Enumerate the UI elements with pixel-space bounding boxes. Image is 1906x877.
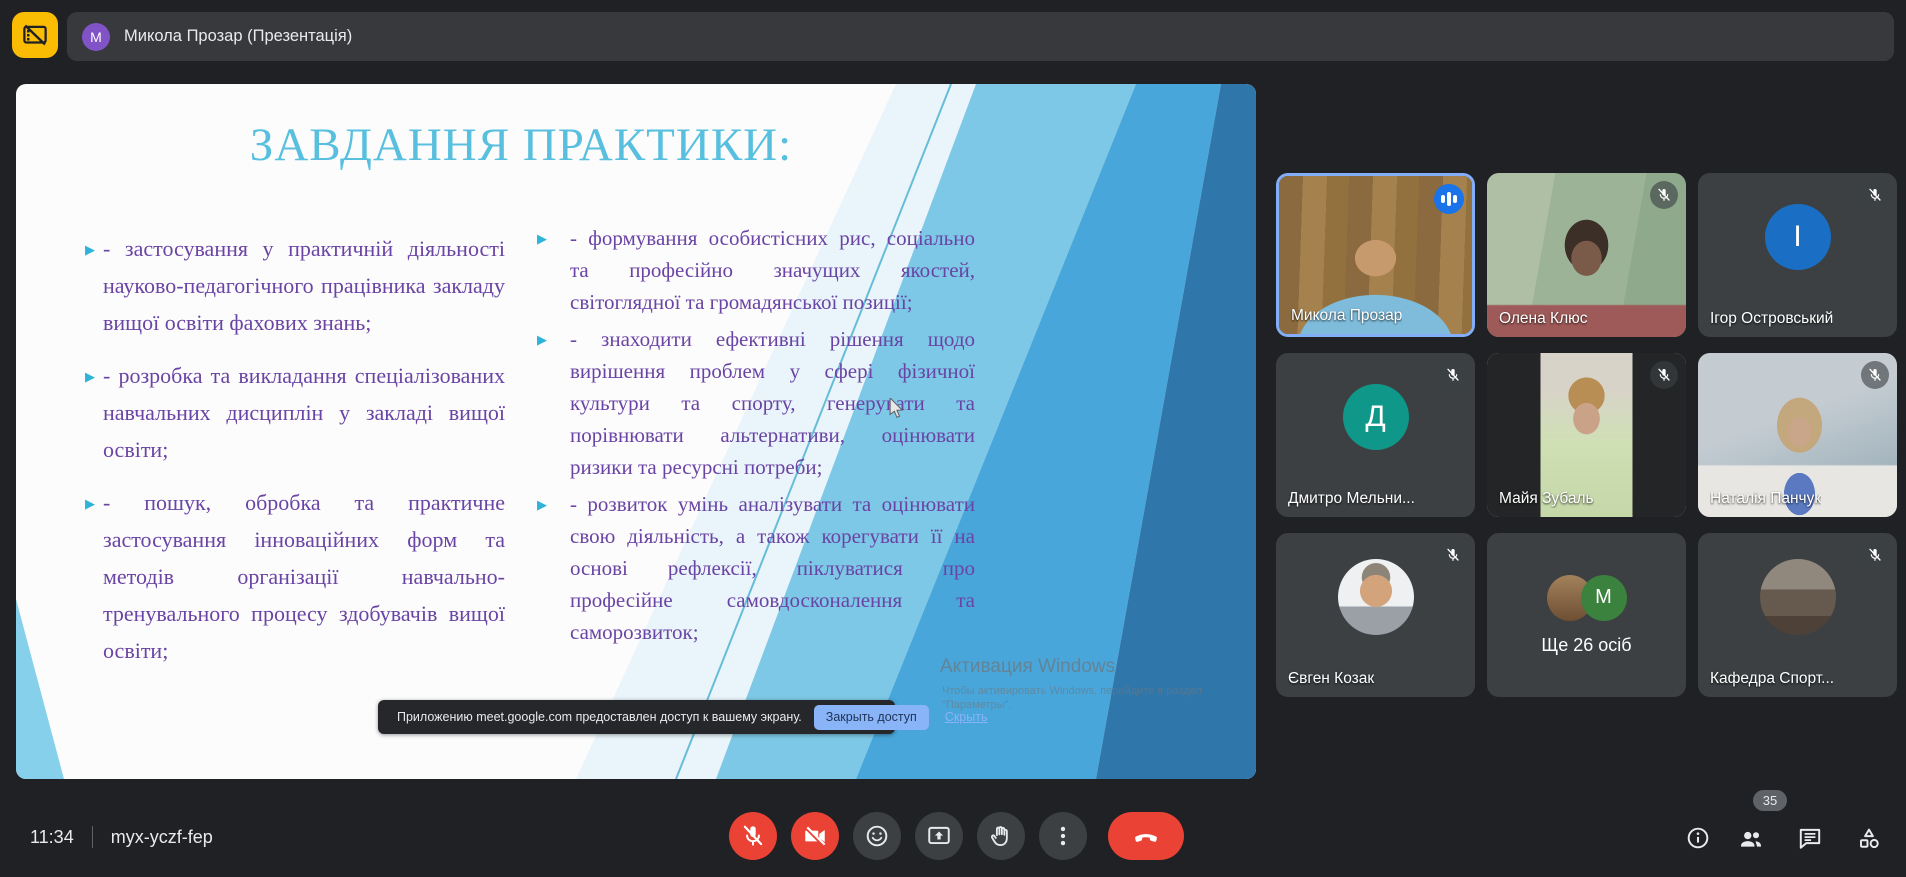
participant-tile[interactable]: Д Дмитро Мельни...: [1276, 353, 1475, 517]
divider: [91, 826, 93, 848]
bullet-arrow-icon: ▶: [537, 498, 547, 513]
activities-icon: [1856, 825, 1882, 852]
participant-tile[interactable]: Євген Козак: [1276, 533, 1475, 697]
call-end-icon: [1131, 821, 1161, 851]
slide-title: ЗАВДАННЯ ПРАКТИКИ:: [249, 119, 793, 171]
participant-name: Наталія Панчук: [1710, 490, 1822, 507]
close-access-button[interactable]: Закрыть доступ: [813, 704, 929, 730]
reactions-button[interactable]: [853, 812, 901, 860]
avatar: Д: [1342, 384, 1409, 450]
participant-name: Дмитро Мельни...: [1288, 490, 1415, 507]
bullet-text: - пошук, обробка та практичне застосуван…: [103, 490, 505, 663]
chrome-screen-share-banner: Приложению meet.google.com предоставлен …: [378, 700, 987, 734]
slide-bullet: ▶ - розвиток умінь аналізувати та оцінюва…: [537, 488, 975, 648]
bullet-arrow-icon: ▶: [85, 370, 95, 385]
bullet-arrow-icon: ▶: [85, 243, 95, 258]
participant-count-badge: 35: [1753, 790, 1787, 811]
more-options-button[interactable]: [1039, 812, 1087, 860]
participant-tile[interactable]: Микола Прозар: [1276, 173, 1475, 337]
clock-time: 11:34: [30, 826, 74, 847]
slide-left-column: ▶ - застосування у практичній діяльності …: [85, 230, 505, 685]
more-people-label: Ще 26 осіб: [1541, 634, 1632, 655]
participant-tile[interactable]: Кафедра Спорт...: [1698, 533, 1897, 697]
overflow-participants-tile[interactable]: M Ще 26 осіб: [1487, 533, 1686, 697]
avatar: M: [1580, 574, 1627, 621]
chat-button[interactable]: [1797, 825, 1823, 851]
mic-off-icon: [740, 823, 766, 849]
meeting-code: myx-yczf-fep: [110, 826, 213, 847]
info-icon: [1685, 825, 1711, 851]
raised-hand-icon: [988, 823, 1014, 849]
mic-button[interactable]: [729, 812, 777, 860]
mic-muted-icon: [1439, 361, 1467, 389]
speaking-indicator-icon: [1434, 184, 1464, 214]
people-icon: [1738, 825, 1764, 852]
share-banner-text: Приложению meet.google.com предоставлен …: [397, 710, 802, 724]
bullet-text: - розвиток умінь аналізувати та оцінюват…: [570, 492, 975, 644]
present-screen-icon: [926, 823, 952, 849]
windows-activation-watermark: Активация Windows: [940, 656, 1116, 677]
hide-banner-link[interactable]: Скрыть: [945, 710, 988, 724]
bullet-text: - розробка та викладання спеціалізованих…: [103, 363, 505, 462]
slide-bullet: ▶ - формування особистісних рис, соціальн…: [537, 222, 975, 318]
mic-muted-icon: [1861, 181, 1889, 209]
present-button[interactable]: [915, 812, 963, 860]
bullet-arrow-icon: ▶: [537, 333, 547, 348]
people-button[interactable]: [1738, 825, 1764, 851]
slide-right-column: ▶ - формування особистісних рис, соціальн…: [537, 222, 975, 653]
mic-muted-icon: [1439, 541, 1467, 569]
meet-window: M Микола Прозар (Презентація) ЗАВДАННЯ П…: [0, 0, 1906, 877]
participant-tile[interactable]: Наталія Панчук: [1698, 353, 1897, 517]
mic-muted-icon: [1861, 541, 1889, 569]
mic-muted-icon: [1650, 181, 1678, 209]
overflow-content: M Ще 26 осіб: [1487, 533, 1686, 697]
slide-bullet: ▶ - розробка та викладання спеціалізовани…: [85, 357, 505, 468]
meeting-info: 11:34 myx-yczf-fep: [30, 826, 213, 848]
slide-bullet: ▶ - застосування у практичній діяльності …: [85, 230, 505, 341]
avatar: І: [1764, 204, 1831, 270]
bullet-arrow-icon: ▶: [85, 497, 95, 512]
mouse-cursor: [889, 398, 904, 418]
presenter-label: Микола Прозар (Презентація): [124, 27, 353, 45]
participant-tile[interactable]: Майя Зубаль: [1487, 353, 1686, 517]
presenter-banner: M Микола Прозар (Презентація): [67, 12, 1894, 61]
participant-name: Кафедра Спорт...: [1710, 670, 1835, 687]
more-vert-icon: [1050, 823, 1076, 849]
smiley-icon: [864, 823, 890, 849]
shared-screen-presentation: ЗАВДАННЯ ПРАКТИКИ: ▶ - застосування у пра…: [16, 84, 1256, 779]
avatar: [1759, 559, 1836, 635]
participant-name: Микола Прозар: [1291, 307, 1403, 324]
mic-muted-icon: [1861, 361, 1889, 389]
slide-bullet: ▶ - знаходити ефективні рішення щодо вирі…: [537, 323, 975, 483]
stop-presenting-button[interactable]: [12, 12, 58, 58]
raise-hand-button[interactable]: [977, 812, 1025, 860]
windows-activation-subtext: Чтобы активировать Windows, перейдите в …: [942, 685, 1202, 697]
chat-icon: [1797, 825, 1823, 851]
mic-muted-icon: [1650, 361, 1678, 389]
meeting-details-button[interactable]: [1685, 825, 1711, 851]
avatar: [1337, 559, 1414, 635]
stacked-avatars: M: [1546, 574, 1627, 621]
presenter-avatar: M: [82, 22, 110, 51]
bullet-text: - знаходити ефективні рішення щодо виріш…: [570, 327, 975, 479]
screen-share-off-icon: [20, 20, 50, 50]
participant-name: Ігор Островський: [1710, 310, 1834, 327]
bullet-text: - застосування у практичній діяльності н…: [103, 236, 505, 335]
camera-button[interactable]: [791, 812, 839, 860]
bullet-text: - формування особистісних рис, соціально…: [570, 226, 975, 314]
end-call-button[interactable]: [1108, 812, 1184, 860]
participant-tile[interactable]: І Ігор Островський: [1698, 173, 1897, 337]
participant-name: Євген Козак: [1288, 670, 1375, 687]
bullet-arrow-icon: ▶: [537, 232, 547, 247]
participant-tile[interactable]: Олена Клюс: [1487, 173, 1686, 337]
camera-off-icon: [802, 823, 828, 849]
participant-name: Олена Клюс: [1499, 310, 1588, 327]
slide-bullet: ▶ - пошук, обробка та практичне застосува…: [85, 484, 505, 669]
activities-button[interactable]: [1856, 825, 1882, 851]
participant-name: Майя Зубаль: [1499, 490, 1594, 507]
